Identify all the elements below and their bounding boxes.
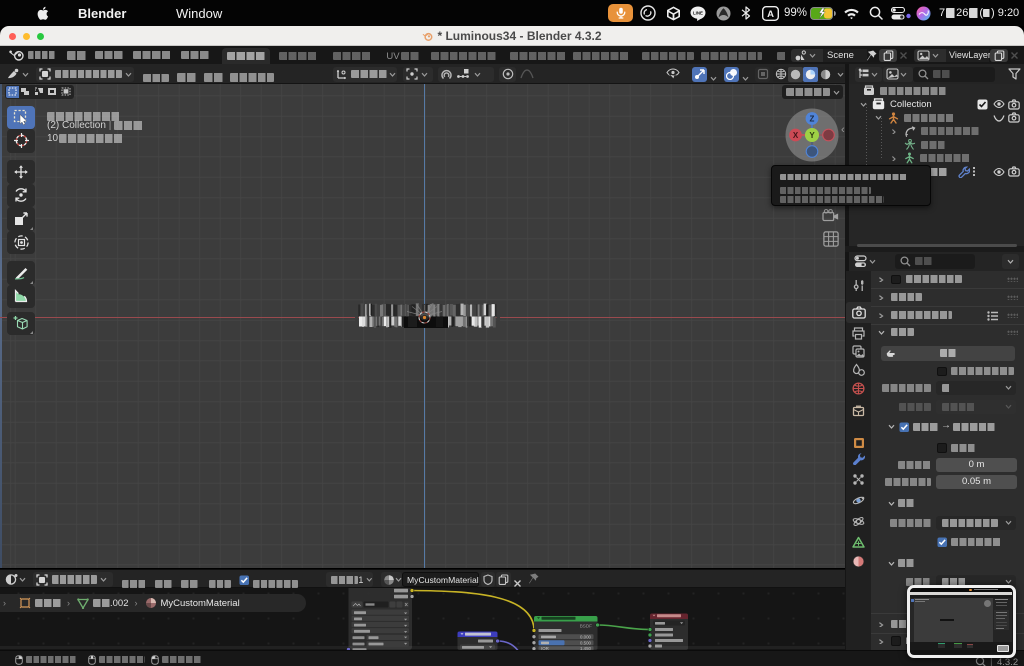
- svg-text:X: X: [793, 131, 799, 140]
- svg-text:Z: Z: [810, 114, 815, 123]
- svg-text:A: A: [767, 9, 774, 20]
- svg-text:LINE: LINE: [693, 10, 703, 15]
- svg-text:Y: Y: [809, 131, 815, 140]
- svg-text:BSDF: BSDF: [580, 624, 592, 629]
- svg-text:0.000: 0.000: [580, 634, 592, 639]
